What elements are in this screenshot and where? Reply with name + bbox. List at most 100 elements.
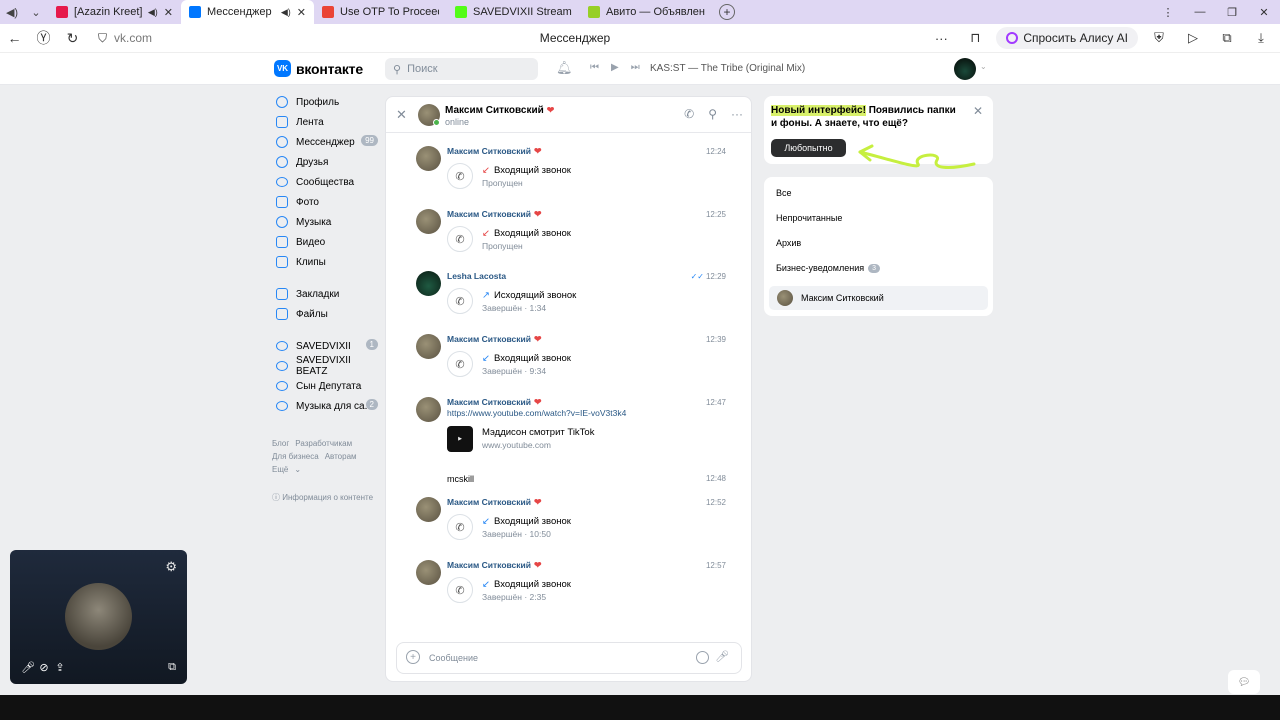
nav-item-group[interactable]: Музыка для са... 2 (270, 396, 380, 416)
pip-expand-icon[interactable]: ⧉ (164, 660, 180, 674)
nav-item-music[interactable]: Музыка (270, 212, 380, 232)
collections-icon[interactable]: ⧉ (1214, 26, 1240, 50)
restore-icon[interactable]: ❐ (1216, 0, 1248, 24)
tab-list-chevron-icon[interactable]: ⌄ (24, 0, 48, 24)
downloads-icon[interactable]: ⤓ (1248, 26, 1274, 50)
footer-link[interactable]: Блог (272, 439, 289, 448)
next-track-icon[interactable]: ⏭ (631, 62, 640, 73)
link-preview-title[interactable]: Мэддисон смотрит TikTok (482, 427, 594, 438)
vk-logo[interactable]: VK вконтакте (274, 60, 363, 77)
message-author[interactable]: Максим Ситковский ❤ (447, 397, 542, 408)
nav-label: SAVEDVIXII (296, 340, 351, 352)
search-icon[interactable]: ⚲ (708, 107, 717, 121)
folder-unread[interactable]: Непрочитанные (776, 213, 842, 223)
tab-close-icon[interactable]: ✕ (297, 6, 306, 19)
phone-icon[interactable]: ✆ (447, 163, 473, 189)
nav-item-clips[interactable]: Клипы (270, 252, 380, 272)
nav-item-profile[interactable]: Профиль (270, 92, 380, 112)
message-author[interactable]: Максим Ситковский ❤ (447, 209, 542, 220)
message-author[interactable]: Максим Ситковский ❤ (447, 560, 542, 571)
more-dots-icon[interactable]: ··· (928, 26, 954, 50)
nav-item-communities[interactable]: Сообщества (270, 172, 380, 192)
message-avatar[interactable] (416, 497, 441, 522)
attach-plus-icon[interactable]: + (406, 650, 420, 664)
folder-contact[interactable]: Максим Ситковский (769, 286, 988, 310)
chat-support-icon[interactable]: 💬︎ (1228, 670, 1260, 694)
user-avatar[interactable] (954, 58, 976, 80)
folder-all[interactable]: Все (776, 188, 792, 198)
browser-tab[interactable]: Авито — Объявления на (580, 0, 713, 24)
bookmark-icon[interactable]: ⊓ (962, 26, 988, 50)
nav-item-bookmarks[interactable]: Закладки (270, 284, 380, 304)
media-icon[interactable]: ▷ (1180, 26, 1206, 50)
browser-tab[interactable]: SAVEDVIXII Stream - Wat (447, 0, 580, 24)
more-dots-icon[interactable]: ··· (731, 107, 743, 121)
alisa-button[interactable]: Спросить Алису AI (996, 27, 1138, 49)
message-avatar[interactable] (416, 146, 441, 171)
nav-item-group[interactable]: SAVEDVIXII 1 (270, 336, 380, 356)
footer-link[interactable]: Для бизнеса (272, 452, 319, 461)
chat-contact-name[interactable]: Максим Ситковский ❤ (445, 105, 554, 116)
message-input[interactable]: Сообщение (429, 653, 478, 663)
search-input[interactable]: ⚲ Поиск (385, 58, 538, 80)
footer-link[interactable]: Ещё (272, 465, 288, 474)
minimize-icon[interactable]: — (1184, 0, 1216, 24)
video-call-window[interactable]: ⚙ 🎤︎ ⊘ ⇪ ⧉ (10, 550, 187, 684)
content-info-link[interactable]: ⓘ Информация о контенте (272, 492, 373, 503)
link-preview-thumbnail[interactable]: ▶ (447, 426, 473, 452)
screen-share-icon[interactable]: ⇪ (52, 660, 68, 674)
chevron-down-icon[interactable]: ⌄ (980, 62, 987, 71)
browser-tab-active[interactable]: Мессенджер ◀) ✕ (181, 0, 314, 24)
phone-icon[interactable]: ✆ (447, 288, 473, 314)
nav-item-messenger[interactable]: Мессенджер 99 (270, 132, 380, 152)
message-author[interactable]: Максим Ситковский ❤ (447, 146, 542, 157)
close-window-icon[interactable]: ✕ (1248, 0, 1280, 24)
nav-item-friends[interactable]: Друзья (270, 152, 380, 172)
message-link[interactable]: https://www.youtube.com/watch?v=IE-voV3t… (447, 408, 626, 418)
nav-item-photo[interactable]: Фото (270, 192, 380, 212)
message-avatar[interactable] (416, 209, 441, 234)
phone-icon[interactable]: ✆ (447, 577, 473, 603)
phone-icon[interactable]: ✆ (447, 351, 473, 377)
play-icon[interactable]: ▶ (611, 62, 619, 73)
phone-icon[interactable]: ✆ (447, 226, 473, 252)
close-icon[interactable]: ✕ (973, 104, 983, 118)
protect-icon[interactable]: ⛨ (1146, 26, 1172, 50)
camera-off-icon[interactable]: ⊘ (36, 660, 52, 674)
nav-item-feed[interactable]: Лента (270, 112, 380, 132)
microphone-icon[interactable]: 🎤︎ (715, 650, 729, 663)
tab-close-icon[interactable]: ✕ (164, 6, 173, 19)
browser-tab[interactable]: Use OTP To Proceed - you (314, 0, 447, 24)
message-author[interactable]: Максим Ситковский ❤ (447, 497, 542, 508)
footer-link[interactable]: Авторам (325, 452, 357, 461)
footer-link[interactable]: Разработчикам (295, 439, 352, 448)
folder-business[interactable]: Бизнес-уведомления 3 (776, 263, 880, 273)
message-avatar[interactable] (416, 560, 441, 585)
nav-item-group[interactable]: Сын Депутата (270, 376, 380, 396)
message-avatar[interactable] (416, 397, 441, 422)
emoji-icon[interactable] (696, 651, 709, 664)
new-tab-icon[interactable]: + (719, 4, 735, 20)
browser-tab[interactable]: [Azazin Kreet]Собес ◀) ✕ (48, 0, 181, 24)
gear-icon[interactable]: ⚙ (165, 559, 177, 575)
previous-track-icon[interactable]: ⏮ (590, 62, 599, 73)
message-time: 12:24 (705, 147, 726, 156)
microphone-icon[interactable]: 🎤︎ (20, 660, 36, 674)
message-composer[interactable]: + Сообщение 🎤︎ (396, 642, 742, 674)
phone-icon[interactable]: ✆ (447, 514, 473, 540)
folder-archive[interactable]: Архив (776, 238, 801, 248)
message-author[interactable]: Lesha Lacosta (447, 271, 506, 281)
nav-item-group[interactable]: SAVEDVIXII BEATZ (270, 355, 380, 377)
curious-button[interactable]: Любопытно (771, 139, 846, 157)
message-avatar[interactable] (416, 334, 441, 359)
phone-icon[interactable]: ✆ (684, 107, 694, 121)
now-playing-track[interactable]: KAS:ST — The Tribe (Original Mix) (650, 63, 805, 74)
notifications-bell-icon[interactable]: 🔔︎ (556, 60, 573, 76)
more-icon[interactable]: ⋮ (1152, 0, 1184, 24)
message-author[interactable]: Максим Ситковский ❤ (447, 334, 542, 345)
close-icon[interactable]: ✕ (396, 107, 407, 123)
tab-audio-icon[interactable]: ◀) (0, 0, 24, 24)
nav-item-files[interactable]: Файлы (270, 304, 380, 324)
message-avatar[interactable] (416, 271, 441, 296)
nav-item-video[interactable]: Видео (270, 232, 380, 252)
